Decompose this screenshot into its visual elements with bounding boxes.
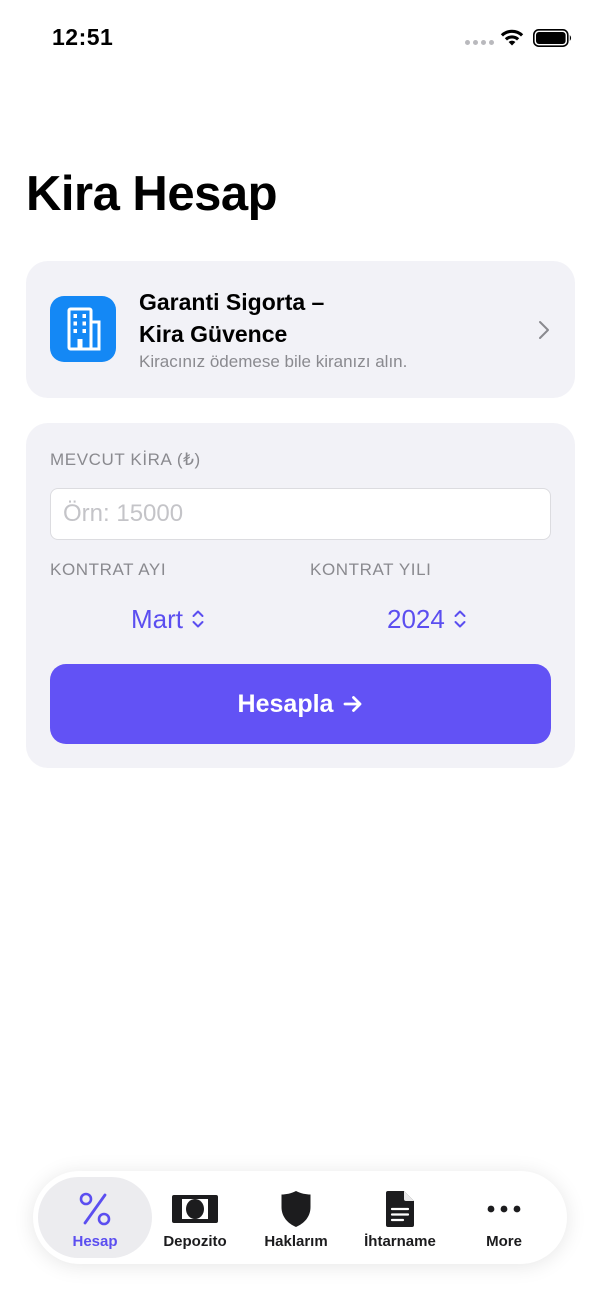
tab-label: More [486, 1233, 522, 1250]
arrow-right-icon [344, 696, 362, 712]
month-value: Mart [131, 603, 183, 634]
wifi-icon [500, 29, 524, 46]
tab-bar: Hesap Depozito Haklarım İhtarname More [33, 1171, 567, 1264]
month-picker[interactable]: Mart [131, 601, 205, 637]
calculate-button[interactable]: Hesapla [50, 664, 551, 744]
promo-subtitle: Kiracınız ödemese bile kiranızı alın. [139, 352, 408, 371]
tab-ihtarname[interactable]: İhtarname [346, 1177, 454, 1258]
tab-label: Haklarım [264, 1233, 328, 1250]
tab-hesap[interactable]: Hesap [38, 1177, 152, 1258]
tab-label: Depozito [163, 1233, 227, 1250]
chevron-right-icon [539, 321, 549, 339]
battery-icon [533, 29, 572, 47]
calculate-label: Hesapla [237, 689, 334, 718]
year-label: KONTRAT YILI [310, 560, 432, 579]
cellular-signal-icon [465, 40, 494, 45]
month-label: KONTRAT AYI [50, 560, 167, 579]
tab-haklarim[interactable]: Haklarım [242, 1177, 350, 1258]
app-screen: 12:51 Kira Hesap Garanti Sigorta – Kira … [0, 0, 600, 1298]
page-title: Kira Hesap [26, 167, 278, 221]
year-value: 2024 [387, 603, 445, 634]
building-icon [50, 296, 116, 362]
tab-more[interactable]: More [450, 1177, 558, 1258]
tab-label: İhtarname [364, 1233, 436, 1250]
ellipsis-icon [486, 1189, 522, 1229]
promo-title: Garanti Sigorta – Kira Güvence [139, 289, 325, 347]
status-bar: 12:51 [0, 0, 600, 78]
banknote-icon [171, 1189, 219, 1229]
rent-label: MEVCUT KİRA (₺) [50, 450, 201, 469]
tab-depozito[interactable]: Depozito [141, 1177, 249, 1258]
shield-icon [280, 1189, 312, 1229]
status-time: 12:51 [52, 24, 114, 50]
document-icon [385, 1189, 415, 1229]
rent-calculator-form: MEVCUT KİRA (₺) KONTRAT AYI KONTRAT YILI… [26, 423, 575, 768]
rent-input[interactable] [50, 488, 551, 540]
chevron-up-down-icon [454, 610, 466, 628]
chevron-up-down-icon [192, 610, 204, 628]
insurance-promo-card[interactable]: Garanti Sigorta – Kira Güvence Kiracınız… [26, 261, 575, 398]
percent-icon [78, 1189, 112, 1229]
tab-label: Hesap [72, 1233, 118, 1250]
year-picker[interactable]: 2024 [387, 601, 467, 637]
